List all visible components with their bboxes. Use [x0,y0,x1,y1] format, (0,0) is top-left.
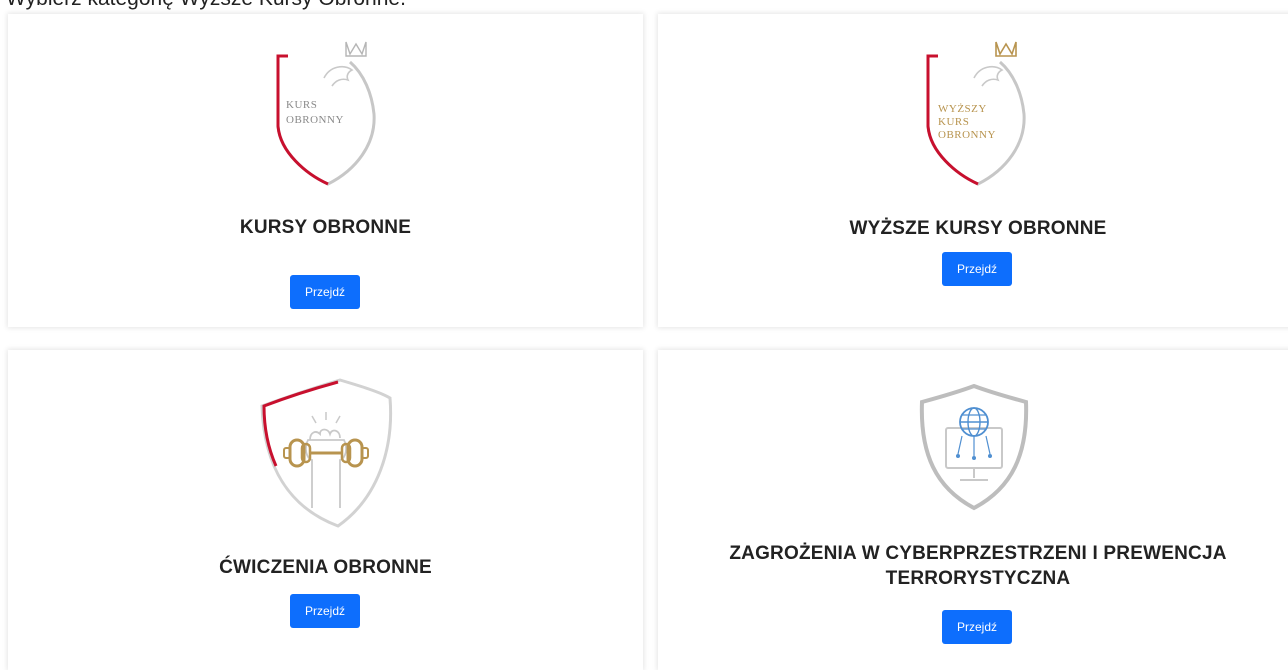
logo-text-line-1: WYŻSZY [938,103,987,115]
cyberprzestrzen-logo [919,384,1029,511]
kurs-obronny-logo: KURS OBRONNY [276,41,376,186]
wyzszy-kurs-obronny-logo: WYŻSZY KURS OBRONNY [926,41,1026,186]
przejdz-button[interactable]: Przejdź [290,594,360,628]
category-card-kursy-obronne: KURS OBRONNY KURSY OBRONNE Przejdź [8,14,643,327]
logo-text-line-2: OBRONNY [286,114,344,126]
card-title-line-1: ZAGROŻENIA W CYBERPRZESTRZENI I PREWENCJ… [729,543,1227,564]
logo-text-line-3: OBRONNY [938,129,996,141]
card-title: ĆWICZENIA OBRONNE [219,557,432,578]
przejdz-button[interactable]: Przejdź [942,252,1012,286]
logo-text-line-1: KURS [286,99,317,111]
category-card-cwiczenia-obronne: ĆWICZENIA OBRONNE Przejdź [8,350,643,670]
category-card-wyzsze-kursy-obronne: WYŻSZY KURS OBRONNY WYŻSZE KURSY OBRONNE… [658,14,1288,327]
instruction-text: Wybierz kategorię Wyższe Kursy Obronne. [6,0,406,11]
card-title: WYŻSZE KURSY OBRONNE [849,218,1107,239]
card-title: KURSY OBRONNE [239,217,412,238]
przejdz-button[interactable]: Przejdź [290,275,360,309]
logo-text-line-2: KURS [938,116,969,128]
przejdz-button[interactable]: Przejdź [942,610,1012,644]
cwiczenia-obronne-logo [260,378,393,528]
category-card-zagrozenia-cyberprzestrzeni: ZAGROŻENIA W CYBERPRZESTRZENI I PREWENCJ… [658,350,1288,670]
card-title-line-2: TERRORYSTYCZNA [885,568,1071,589]
